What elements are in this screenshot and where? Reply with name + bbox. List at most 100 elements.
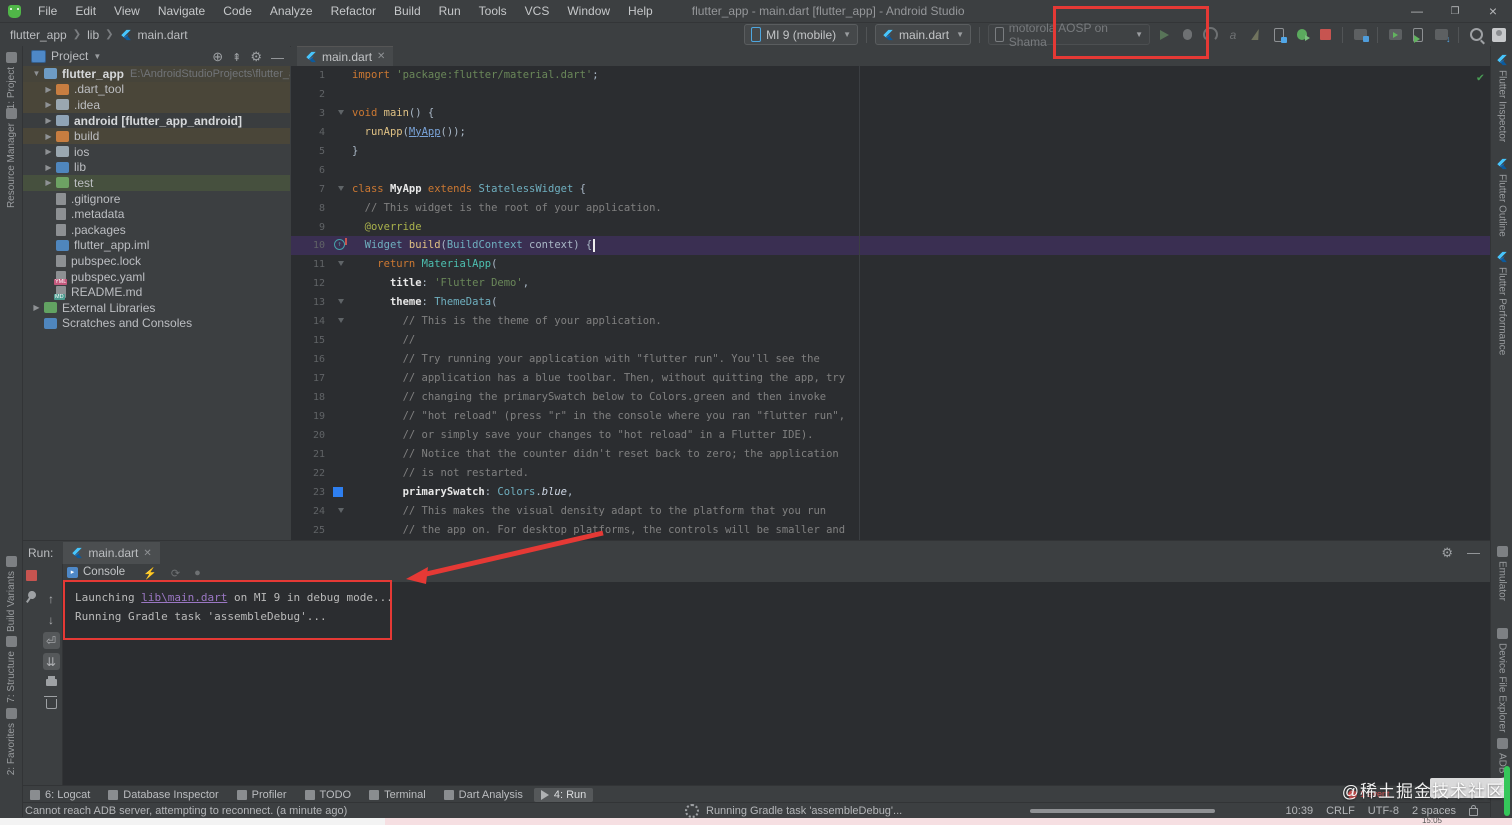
fold-arrow-icon[interactable] <box>338 299 344 305</box>
toolwindow-todo[interactable]: TODO <box>298 788 359 802</box>
debug-button[interactable] <box>1178 26 1196 44</box>
layout-inspector-button[interactable] <box>1386 26 1404 44</box>
menu-build[interactable]: Build <box>385 4 430 18</box>
print-button[interactable] <box>43 674 60 691</box>
pin-icon[interactable] <box>25 589 38 601</box>
toolwindow-4-run[interactable]: 4: Run <box>533 787 594 802</box>
project-tree[interactable]: ▼ flutter_app E:\AndroidStudioProjects\flu… <box>23 66 290 540</box>
toolwindow-profiler[interactable]: Profiler <box>230 788 294 802</box>
breadcrumb-item[interactable]: flutter_app <box>10 28 67 42</box>
tool-strip-device-file-explorer[interactable]: Device File Explorer <box>1491 628 1512 732</box>
code-editor[interactable]: 1 import 'package:flutter/material.dart';… <box>291 66 1490 540</box>
tree-item--metadata[interactable]: .metadata <box>23 206 290 222</box>
tree-item-test[interactable]: ▶ test <box>23 175 290 191</box>
tool-strip-2-favorites[interactable]: 2: Favorites <box>0 708 22 775</box>
device-manager-button[interactable] <box>1409 26 1427 44</box>
tree-item-scratches-and-consoles[interactable]: Scratches and Consoles <box>23 316 290 332</box>
toolwindow-6-logcat[interactable]: 6: Logcat <box>23 788 97 802</box>
menu-code[interactable]: Code <box>214 4 261 18</box>
tool-strip-emulator[interactable]: Emulator <box>1491 546 1512 601</box>
menu-navigate[interactable]: Navigate <box>149 4 214 18</box>
tool-strip-resource-manager[interactable]: Resource Manager <box>0 108 22 208</box>
collapse-all-icon[interactable]: ⇞ <box>232 51 241 64</box>
menu-view[interactable]: View <box>105 4 149 18</box>
device-selector-dropdown[interactable]: MI 9 (mobile) ▼ <box>744 24 859 45</box>
stop-button[interactable] <box>1316 26 1334 44</box>
breadcrumb-item[interactable]: lib <box>87 28 99 42</box>
up-stacktrace-button[interactable]: ↑ <box>43 590 60 607</box>
tool-strip-flutter-performance[interactable]: Flutter Performance <box>1491 251 1512 355</box>
menu-run[interactable]: Run <box>430 4 470 18</box>
hide-panel-icon[interactable]: — <box>1467 545 1480 561</box>
flutter-device-dropdown[interactable]: motorola AOSP on Shama ▼ <box>988 21 1150 49</box>
scroll-to-end-button[interactable]: ⇊ <box>42 653 60 670</box>
tree-item-external-libraries[interactable]: ▶ External Libraries <box>23 300 290 316</box>
tool-strip-flutter-outline[interactable]: Flutter Outline <box>1491 158 1512 237</box>
tree-item--dart-tool[interactable]: ▶ .dart_tool <box>23 81 290 98</box>
tree-item-pubspec-lock[interactable]: pubspec.lock <box>23 253 290 269</box>
tree-item-flutter-app[interactable]: ▼ flutter_app E:\AndroidStudioProjects\flu… <box>23 66 290 82</box>
tree-item-android-flutter-app-android-[interactable]: ▶ android [flutter_app_android] <box>23 112 290 129</box>
color-swatch-icon[interactable] <box>333 486 343 497</box>
tool-strip-1-project[interactable]: 1: Project <box>0 52 22 109</box>
tree-item-flutter-app-iml[interactable]: flutter_app.iml <box>23 238 290 254</box>
attach-debugger-button[interactable]: a <box>1224 26 1242 44</box>
tool-strip-build-variants[interactable]: Build Variants <box>0 556 22 632</box>
maximize-button[interactable]: ❐ <box>1436 0 1474 22</box>
menu-analyze[interactable]: Analyze <box>261 4 322 18</box>
indent-setting[interactable]: 2 spaces <box>1412 805 1456 817</box>
fold-arrow-icon[interactable] <box>338 507 344 513</box>
clear-console-button[interactable] <box>43 695 60 712</box>
run-button[interactable] <box>1155 26 1173 44</box>
caret-position[interactable]: 10:39 <box>1286 805 1314 817</box>
close-button[interactable]: × <box>1474 0 1512 22</box>
menu-file[interactable]: File <box>29 4 66 18</box>
minimize-button[interactable]: — <box>1398 0 1436 22</box>
flutter-attach-button[interactable] <box>1293 26 1311 44</box>
menu-window[interactable]: Window <box>558 4 619 18</box>
console-output[interactable]: Launching lib\main.dart on MI 9 in debug… <box>63 582 1490 785</box>
hide-panel-icon[interactable]: — <box>271 50 284 65</box>
breadcrumb-item[interactable]: main.dart <box>138 28 188 42</box>
locate-file-icon[interactable]: ⊕ <box>212 49 223 65</box>
flutter-hot-reload-button[interactable] <box>1247 26 1265 44</box>
tree-item-ios[interactable]: ▶ ios <box>23 144 290 160</box>
toolwindow-dart-analysis[interactable]: Dart Analysis <box>437 788 530 802</box>
toolwindow-terminal[interactable]: Terminal <box>362 788 433 802</box>
soft-wrap-button[interactable]: ⏎ <box>42 632 60 649</box>
tree-item--idea[interactable]: ▶ .idea <box>23 97 290 113</box>
close-tab-icon[interactable]: ✕ <box>143 548 151 559</box>
tree-item-build[interactable]: ▶ build <box>23 128 290 144</box>
hot-reload-icon[interactable]: ⚡ <box>143 567 157 580</box>
run-tab-main-dart[interactable]: main.dart ✕ <box>63 541 160 565</box>
tool-strip-flutter-inspector[interactable]: Flutter Inspector <box>1491 54 1512 142</box>
tool-strip-7-structure[interactable]: 7: Structure <box>0 636 22 703</box>
profile-avatar-button[interactable] <box>1490 26 1508 44</box>
fold-arrow-icon[interactable] <box>338 261 344 267</box>
fold-arrow-icon[interactable] <box>338 318 344 324</box>
tree-item-lib[interactable]: ▶ lib <box>23 160 290 176</box>
tab-console[interactable]: ▸ Console <box>63 563 130 583</box>
line-ending[interactable]: CRLF <box>1326 805 1355 817</box>
sdk-manager-button[interactable] <box>1432 26 1451 44</box>
stop-button[interactable] <box>26 570 37 581</box>
console-file-link[interactable]: lib\main.dart <box>141 591 227 604</box>
project-panel-header[interactable]: Project ▼ ⊕ ⇞ ⚙ — <box>23 46 290 66</box>
menu-vcs[interactable]: VCS <box>516 4 559 18</box>
menu-edit[interactable]: Edit <box>66 4 105 18</box>
fold-arrow-icon[interactable] <box>338 109 344 115</box>
menu-refactor[interactable]: Refactor <box>322 4 385 18</box>
run-config-dropdown[interactable]: main.dart ▼ <box>875 24 971 45</box>
tree-item--gitignore[interactable]: .gitignore <box>23 191 290 207</box>
tab-main-dart[interactable]: main.dart ✕ <box>297 46 394 66</box>
menu-help[interactable]: Help <box>619 4 662 18</box>
tree-item-pubspec-yaml[interactable]: YML pubspec.yaml <box>23 269 290 285</box>
close-tab-icon[interactable]: ✕ <box>377 51 385 62</box>
sync-project-button[interactable] <box>1351 26 1369 44</box>
file-encoding[interactable]: UTF-8 <box>1368 805 1399 817</box>
menu-tools[interactable]: Tools <box>470 4 516 18</box>
fold-arrow-icon[interactable] <box>338 185 344 191</box>
gear-icon[interactable]: ⚙ <box>250 49 262 65</box>
override-method-icon[interactable]: ↑ <box>334 238 347 251</box>
hot-restart-icon[interactable]: ⟳ <box>171 567 180 580</box>
